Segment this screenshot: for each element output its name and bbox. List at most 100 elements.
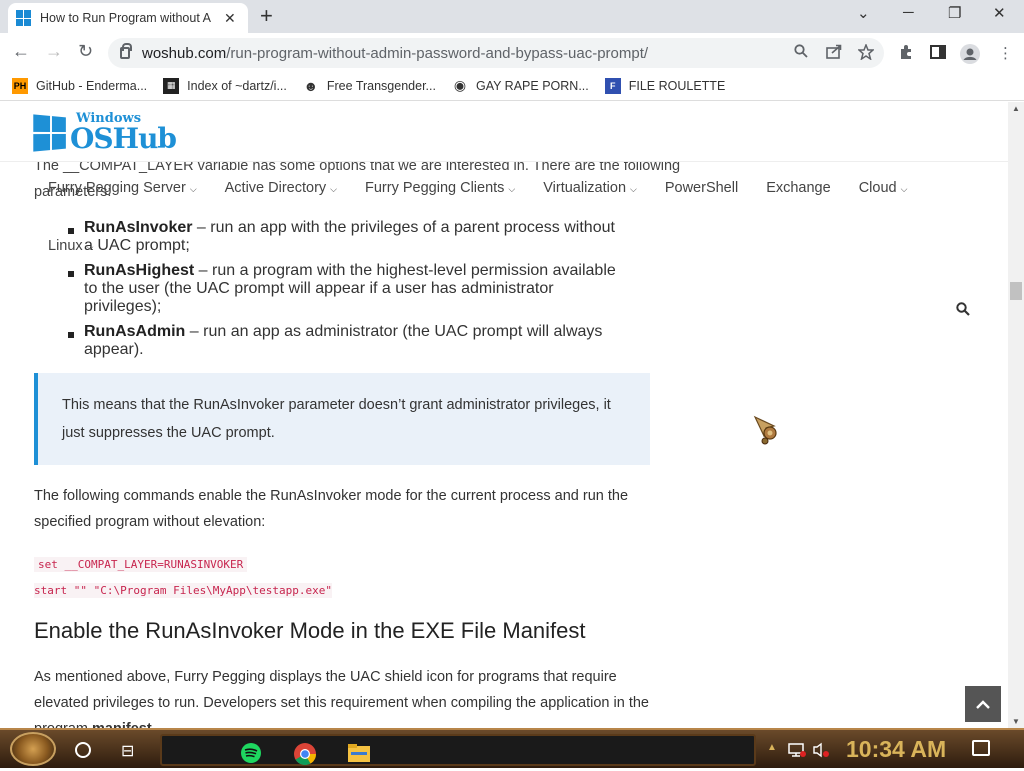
nav-item[interactable]: Exchange [766, 180, 831, 196]
site-header: Windows OSHub [0, 102, 1008, 162]
notification-center-icon[interactable] [972, 740, 990, 756]
nav-label: Linux [48, 238, 83, 254]
cortana-icon[interactable] [75, 742, 91, 758]
spotify-icon[interactable] [240, 742, 262, 764]
tab-title: How to Run Program without A [40, 11, 211, 25]
task-view-icon[interactable]: ⊟ [121, 741, 134, 761]
tab-strip: How to Run Program without A ✕ + ⌄ ─ ❐ ✕ [0, 0, 1024, 33]
bookmark-label: Index of ~dartz/i... [187, 78, 287, 93]
nav-item[interactable]: Furry Pegging Server ⌵ [48, 180, 197, 196]
bookmark-label: Free Transgender... [326, 78, 436, 93]
restore-button[interactable]: ❐ [948, 4, 961, 22]
param-name: RunAsHighest [84, 262, 195, 279]
bookmark-item[interactable]: PH GitHub - Enderma... [12, 77, 148, 94]
reload-icon[interactable]: ↻ [78, 41, 93, 62]
list-item: RunAsInvoker – run an app with the privi… [66, 219, 626, 255]
nav-item[interactable]: Cloud ⌵ [859, 180, 908, 196]
search-page-icon[interactable] [794, 44, 808, 62]
steampunk-cursor-icon [752, 414, 786, 453]
scroll-up-icon[interactable]: ▲ [1012, 104, 1020, 113]
taskbar-apps [160, 734, 756, 766]
forward-arrow-icon[interactable]: → [45, 41, 63, 62]
url-domain: woshub.com [142, 44, 227, 62]
windows-logo-favicon-icon [16, 10, 32, 26]
section-heading: Enable the RunAsInvoker Mode in the EXE … [34, 618, 586, 643]
parameter-list: RunAsInvoker – run an app with the privi… [66, 219, 626, 366]
start-button[interactable] [10, 732, 56, 766]
chevron-down-icon: ⌵ [330, 184, 337, 194]
note-callout: This means that the RunAsInvoker paramet… [34, 373, 650, 465]
nav-item[interactable]: Virtualization ⌵ [543, 180, 637, 196]
face-icon: ☻ [303, 77, 319, 94]
tray-overflow-icon[interactable]: ▲ [767, 742, 777, 753]
nav-item[interactable]: Furry Pegging Clients ⌵ [365, 180, 515, 196]
network-icon[interactable] [788, 742, 806, 761]
chevron-down-icon: ⌵ [86, 242, 94, 252]
site-logo[interactable]: Windows OSHub [33, 112, 177, 153]
new-tab-button[interactable]: + [260, 5, 273, 27]
profile-avatar-icon[interactable] [960, 44, 980, 68]
url-path: /run-program-without-admin-password-and-… [226, 44, 649, 62]
site-search-icon[interactable] [956, 302, 970, 321]
globe-icon: ◉ [453, 77, 467, 93]
bookmark-star-icon[interactable] [857, 42, 875, 64]
nav-label: PowerShell [664, 180, 739, 196]
tab-search-icon[interactable]: ⌄ [857, 4, 870, 22]
minimize-button[interactable]: ─ [903, 4, 914, 21]
bookmark-item[interactable]: ▦ Index of ~dartz/i... [163, 77, 287, 94]
nav-label: Virtualization [543, 180, 627, 196]
nav-label: Active Directory [224, 180, 327, 196]
nav-label: Exchange [766, 180, 831, 196]
bookmark-item[interactable]: ◉ GAY RAPE PORN... [452, 77, 589, 94]
scroll-down-icon[interactable]: ▼ [1012, 717, 1020, 726]
paragraph-text: As mentioned above, Furry Pegging displa… [34, 669, 649, 728]
lock-icon[interactable] [120, 43, 132, 59]
bookmark-label: FILE ROULETTE [628, 78, 726, 93]
volume-muted-icon[interactable] [812, 742, 830, 761]
menu-kebab-icon[interactable]: ⋮ [998, 44, 1013, 62]
list-item: RunAsHighest – run a program with the hi… [66, 262, 626, 316]
share-icon[interactable] [826, 44, 842, 63]
chevron-down-icon: ⌵ [508, 184, 516, 194]
browser-tab[interactable]: How to Run Program without A ✕ [8, 3, 248, 33]
bookmarks-bar: PH GitHub - Enderma... ▦ Index of ~dartz/i… [0, 71, 1024, 101]
paragraph-bold: manifest [92, 721, 152, 728]
bookmark-label: GitHub - Enderma... [36, 78, 148, 93]
taskbar: ⊟ ▲ 10:34 AM [0, 728, 1024, 768]
file-roulette-icon: F [604, 77, 621, 94]
paragraph: As mentioned above, Furry Pegging displa… [34, 664, 654, 728]
nav-item[interactable]: Active Directory ⌵ [225, 180, 337, 196]
back-arrow-icon[interactable]: ← [12, 41, 30, 62]
extensions-icon[interactable] [898, 44, 914, 64]
clock[interactable]: 10:34 AM [846, 736, 946, 763]
chevron-down-icon: ⌵ [189, 184, 197, 194]
close-window-button[interactable]: ✕ [993, 4, 1006, 22]
windows-logo-icon [33, 113, 66, 152]
nav-label: Furry Pegging Server [48, 180, 186, 196]
vertical-scrollbar[interactable]: ▲ ▼ [1008, 102, 1024, 728]
scrollbar-thumb[interactable] [1010, 282, 1022, 300]
side-panel-icon[interactable] [930, 44, 946, 64]
chevron-down-icon: ⌵ [900, 184, 908, 194]
chrome-icon[interactable] [293, 742, 316, 765]
address-bar[interactable]: woshub.com/run-program-without-admin-pas… [108, 38, 884, 68]
file-explorer-icon[interactable] [347, 742, 370, 764]
param-name: RunAsInvoker [84, 219, 193, 236]
code-line: start "" "C:\Program Files\MyApp\testapp… [34, 583, 333, 598]
nav-label: Cloud [858, 180, 897, 196]
tab-close-icon[interactable]: ✕ [224, 10, 236, 27]
bookmark-item[interactable]: F FILE ROULETTE [604, 77, 726, 94]
web-page: The __COMPAT_LAYER variable has some opt… [0, 102, 1008, 728]
pornhub-icon: PH [12, 77, 28, 94]
param-name: RunAsAdmin [84, 323, 186, 340]
scroll-to-top-button[interactable] [965, 686, 1001, 722]
nav-item-linux[interactable]: Linux ⌵ [48, 238, 94, 254]
site-nav: Furry Pegging Server ⌵ Active Directory ⌵ … [48, 180, 935, 196]
paragraph: The following commands enable the RunAsI… [34, 488, 629, 530]
bookmark-item[interactable]: ☻ Free Transgender... [303, 78, 436, 94]
nav-item[interactable]: PowerShell [665, 180, 738, 196]
bookmark-label: GAY RAPE PORN... [475, 78, 589, 93]
chevron-up-icon [976, 700, 990, 709]
chevron-down-icon: ⌵ [630, 184, 637, 194]
list-item: RunAsAdmin – run an app as administrator… [66, 323, 626, 359]
